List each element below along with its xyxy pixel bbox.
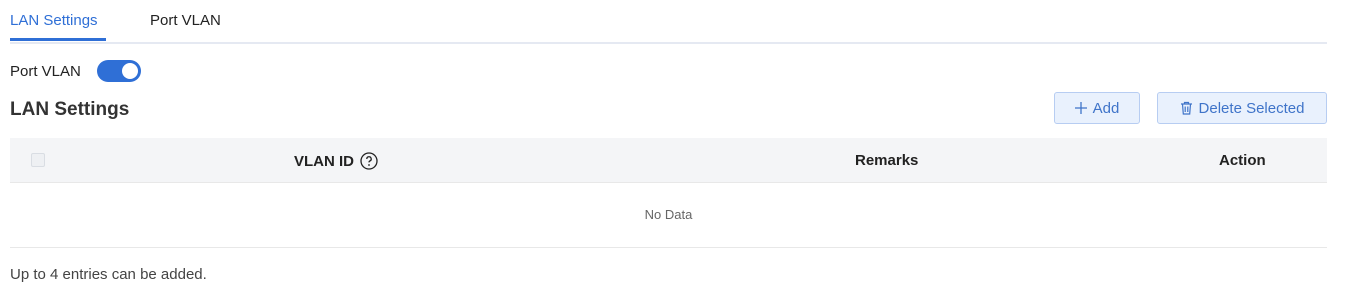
plus-icon xyxy=(1074,102,1087,114)
empty-table-message: No Data xyxy=(644,207,693,222)
tab-bar: LAN Settings Port VLAN xyxy=(10,0,1327,44)
vlan-id-header-label: VLAN ID xyxy=(294,152,354,170)
question-circle-icon[interactable] xyxy=(360,152,378,170)
port-vlan-toggle-label: Port VLAN xyxy=(10,62,81,80)
entries-limit-note: Up to 4 entries can be added. xyxy=(10,266,207,283)
column-header-vlan-id: VLAN ID xyxy=(294,152,378,170)
tab-port-vlan[interactable]: Port VLAN xyxy=(150,12,221,29)
port-vlan-toggle-row: Port VLAN xyxy=(10,60,141,82)
delete-selected-button[interactable]: Delete Selected xyxy=(1157,92,1327,124)
add-button[interactable]: Add xyxy=(1054,92,1140,124)
port-vlan-switch[interactable] xyxy=(96,60,141,82)
switch-knob xyxy=(121,63,138,79)
column-header-remarks: Remarks xyxy=(855,152,919,169)
tab-lan-settings[interactable]: LAN Settings xyxy=(10,12,98,29)
select-all-checkbox[interactable] xyxy=(31,153,45,167)
table-header: VLAN ID Remarks Action xyxy=(10,138,1327,183)
trash-icon xyxy=(1180,101,1193,115)
section-title: LAN Settings xyxy=(10,99,130,120)
add-button-label: Add xyxy=(1092,99,1120,117)
active-tab-indicator xyxy=(10,38,106,41)
column-header-action: Action xyxy=(1219,152,1266,169)
table-bottom-divider xyxy=(10,247,1327,248)
delete-selected-label: Delete Selected xyxy=(1198,99,1305,117)
